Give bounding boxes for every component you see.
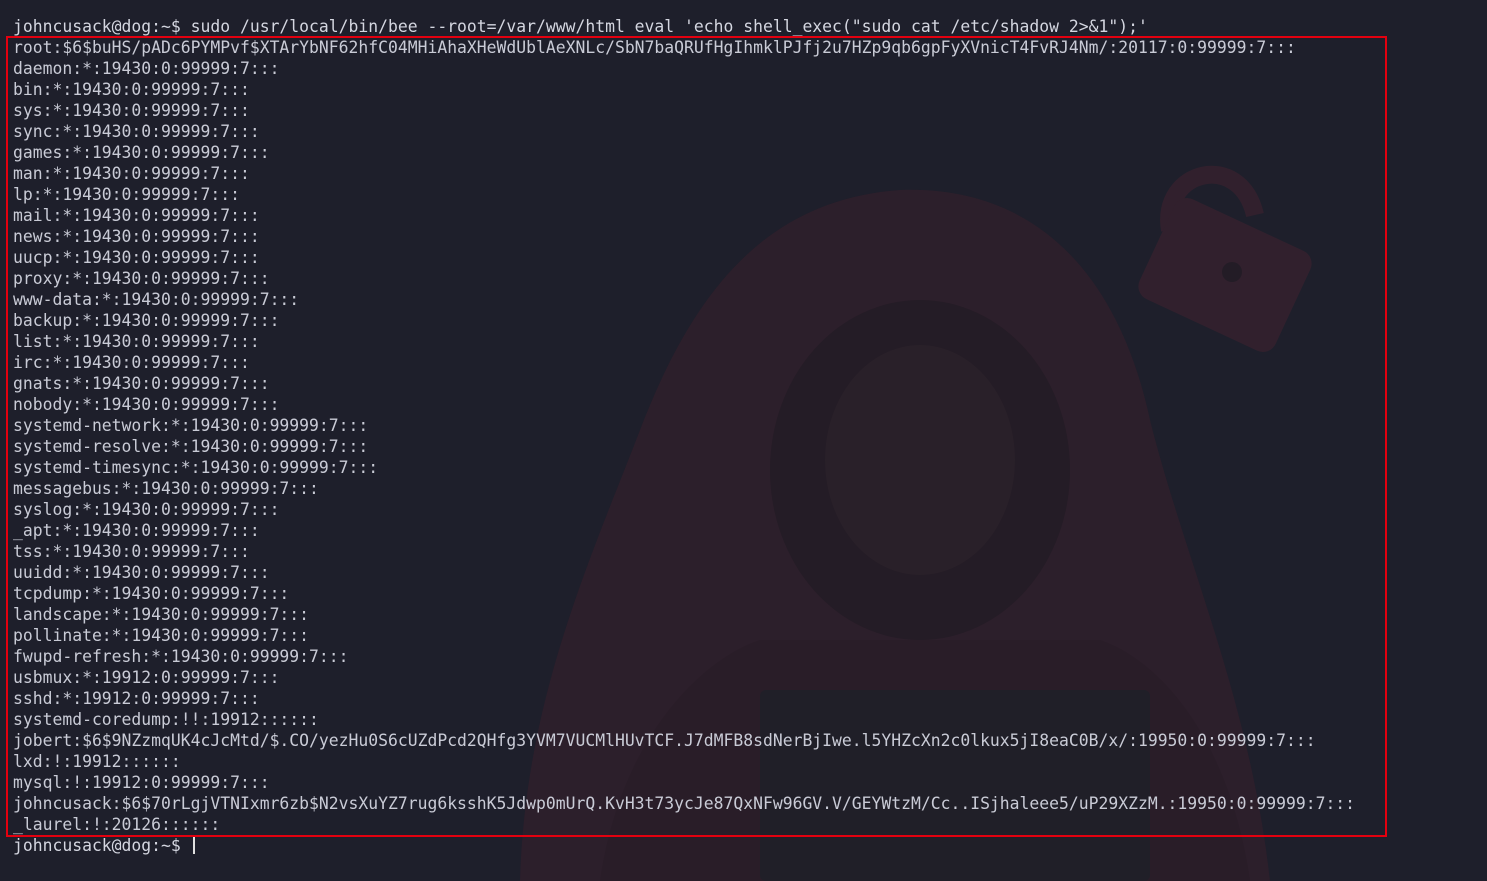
shadow-entry-line: tss:*:19430:0:99999:7::: [13, 542, 250, 561]
shadow-entry-line: johncusack:$6$70rLgjVTNIxmr6zb$N2vsXuYZ7… [13, 794, 1356, 813]
shadow-entry-line: man:*:19430:0:99999:7::: [13, 164, 250, 183]
shadow-entry-line: syslog:*:19430:0:99999:7::: [13, 500, 280, 519]
shadow-entry-line: gnats:*:19430:0:99999:7::: [13, 374, 270, 393]
shadow-entry-line: news:*:19430:0:99999:7::: [13, 227, 260, 246]
shadow-entry-line: mysql:!:19912:0:99999:7::: [13, 773, 270, 792]
current-prompt-line[interactable]: johncusack@dog:~$ [13, 835, 1473, 856]
shell-prompt: johncusack@dog:~$ [13, 17, 191, 36]
text-cursor [192, 837, 195, 854]
shadow-entry-line: uuidd:*:19430:0:99999:7::: [13, 563, 270, 582]
shadow-entry-line: lp:*:19430:0:99999:7::: [13, 185, 240, 204]
shadow-entry-line: mail:*:19430:0:99999:7::: [13, 206, 260, 225]
shadow-entry-line: sshd:*:19912:0:99999:7::: [13, 689, 260, 708]
shadow-entry-line: fwupd-refresh:*:19430:0:99999:7::: [13, 647, 349, 666]
shell-prompt: johncusack@dog:~$ [13, 836, 191, 855]
shadow-entry-line: _apt:*:19430:0:99999:7::: [13, 521, 260, 540]
shadow-entry-line: sync:*:19430:0:99999:7::: [13, 122, 260, 141]
shadow-entry-line: backup:*:19430:0:99999:7::: [13, 311, 280, 330]
shadow-entry-line: _laurel:!:20126:::::: [13, 815, 221, 834]
shadow-entry-line: daemon:*:19430:0:99999:7::: [13, 59, 280, 78]
shadow-entry-line: www-data:*:19430:0:99999:7::: [13, 290, 300, 309]
shadow-entry-line: messagebus:*:19430:0:99999:7::: [13, 479, 319, 498]
shadow-entry-line: list:*:19430:0:99999:7::: [13, 332, 260, 351]
shadow-entry-line: games:*:19430:0:99999:7::: [13, 143, 270, 162]
shadow-entry-line: tcpdump:*:19430:0:99999:7::: [13, 584, 290, 603]
terminal-window[interactable]: johncusack@dog:~$ sudo /usr/local/bin/be… [0, 0, 1487, 881]
terminal-output: johncusack@dog:~$ sudo /usr/local/bin/be… [13, 16, 1473, 856]
shadow-entry-line: systemd-timesync:*:19430:0:99999:7::: [13, 458, 379, 477]
shadow-entry-line: lxd:!:19912:::::: [13, 752, 181, 771]
shadow-entry-line: usbmux:*:19912:0:99999:7::: [13, 668, 280, 687]
shadow-entry-line: systemd-coredump:!!:19912:::::: [13, 710, 319, 729]
shadow-entry-line: nobody:*:19430:0:99999:7::: [13, 395, 280, 414]
command-line: johncusack@dog:~$ sudo /usr/local/bin/be… [13, 16, 1473, 37]
shadow-entry-line: sys:*:19430:0:99999:7::: [13, 101, 250, 120]
shadow-entry-line: proxy:*:19430:0:99999:7::: [13, 269, 270, 288]
shadow-entry-line: irc:*:19430:0:99999:7::: [13, 353, 250, 372]
shadow-entry-line: systemd-resolve:*:19430:0:99999:7::: [13, 437, 369, 456]
shadow-file-output: root:$6$buHS/pADc6PYMPvf$XTArYbNF62hfC04… [13, 37, 1473, 835]
shadow-entry-line: systemd-network:*:19430:0:99999:7::: [13, 416, 369, 435]
shadow-entry-line: root:$6$buHS/pADc6PYMPvf$XTArYbNF62hfC04… [13, 38, 1296, 57]
shadow-entry-line: bin:*:19430:0:99999:7::: [13, 80, 250, 99]
shadow-entry-line: pollinate:*:19430:0:99999:7::: [13, 626, 310, 645]
command-text: sudo /usr/local/bin/bee --root=/var/www/… [190, 17, 1148, 36]
shadow-entry-line: uucp:*:19430:0:99999:7::: [13, 248, 260, 267]
shadow-entry-line: landscape:*:19430:0:99999:7::: [13, 605, 310, 624]
shadow-entry-line: jobert:$6$9NZzmqUK4cJcMtd/$.CO/yezHu0S6c… [13, 731, 1316, 750]
